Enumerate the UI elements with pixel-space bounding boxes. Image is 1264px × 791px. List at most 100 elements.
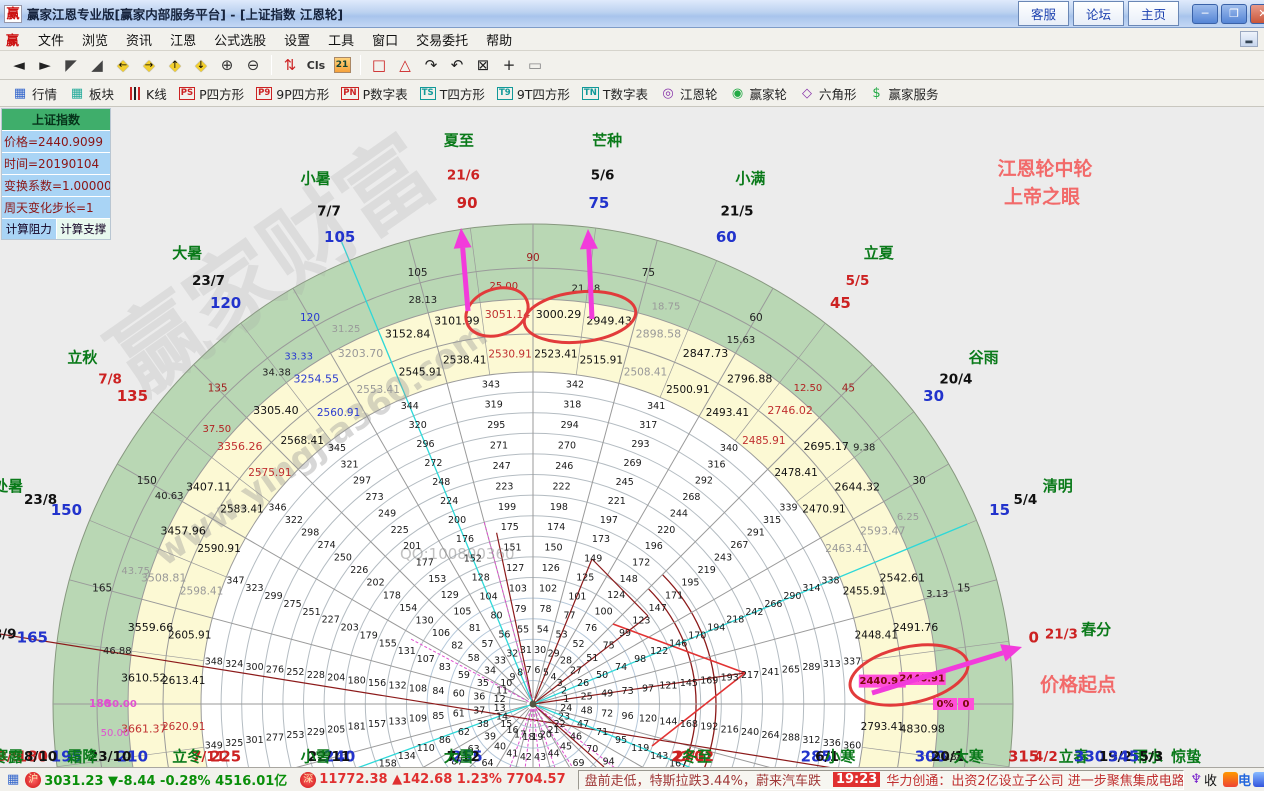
svg-text:44: 44 — [548, 749, 560, 760]
svg-text:立夏: 立夏 — [864, 244, 895, 262]
svg-text:34: 34 — [484, 666, 496, 677]
svg-text:271: 271 — [490, 441, 508, 452]
svg-text:323: 323 — [245, 583, 263, 594]
tool-gann-wheel[interactable]: ◎江恩轮 — [660, 84, 718, 103]
gann-wheel-canvas[interactable]: 赢家财富www.yingjia360.comQQ:100800360123456… — [0, 107, 1264, 767]
menu-文件[interactable]: 文件 — [29, 32, 73, 51]
vertical-scale-icon[interactable]: ⇅ — [278, 54, 302, 76]
svg-text:32: 32 — [506, 648, 518, 659]
svg-text:225: 225 — [391, 525, 409, 536]
tool-winner-wheel[interactable]: ◉赢家轮 — [730, 84, 788, 103]
draw-square-icon[interactable]: □ — [367, 54, 391, 76]
title-bar: 赢 赢家江恩专业版[赢家内部服务平台] - [上证指数 江恩轮] 客服论坛主页 … — [0, 0, 1264, 28]
zoom-in-icon[interactable]: ⊕ — [215, 54, 239, 76]
svg-text:108: 108 — [409, 683, 427, 694]
svg-text:大雪: 大雪 — [444, 748, 474, 766]
maximize-button[interactable]: ❐ — [1221, 4, 1247, 24]
svg-text:60: 60 — [749, 312, 762, 324]
svg-text:205: 205 — [327, 724, 345, 735]
svg-text:12.50: 12.50 — [794, 383, 823, 394]
svg-text:81: 81 — [469, 623, 481, 634]
svg-text:2538.41: 2538.41 — [443, 355, 486, 367]
rotate-cw-icon[interactable]: ↷ — [419, 54, 443, 76]
svg-text:7/8: 7/8 — [98, 372, 122, 388]
svg-text:38: 38 — [477, 719, 489, 730]
quote-grid-icon[interactable]: ▦ — [7, 772, 19, 787]
svg-text:273: 273 — [366, 492, 384, 503]
menu-窗口[interactable]: 窗口 — [363, 32, 407, 51]
forward-arrow-icon[interactable]: ► — [33, 54, 57, 76]
svg-text:82: 82 — [451, 640, 463, 651]
tool-blocks[interactable]: ▦板块 — [69, 84, 114, 103]
svg-text:小暑: 小暑 — [301, 170, 331, 188]
menu-设置[interactable]: 设置 — [275, 32, 319, 51]
svg-text:106: 106 — [432, 628, 450, 639]
center-target-icon[interactable]: + — [497, 54, 521, 76]
menu-资讯[interactable]: 资讯 — [117, 32, 161, 51]
svg-text:151: 151 — [503, 543, 521, 554]
diamond-right-icon[interactable]: ◆→ — [137, 54, 161, 76]
shanghai-index-quote[interactable]: 3031.23 ▼-8.44 -0.28% 4516.01亿 — [44, 770, 287, 789]
box-x-icon[interactable]: ⊠ — [471, 54, 495, 76]
svg-text:227: 227 — [322, 615, 340, 626]
diamond-left-icon[interactable]: ◆← — [111, 54, 135, 76]
svg-text:199: 199 — [498, 502, 516, 513]
tool-grid[interactable]: ▦行情 — [12, 84, 57, 103]
svg-text:297: 297 — [353, 476, 371, 487]
svg-text:3559.66: 3559.66 — [128, 621, 174, 634]
tool-p9-badge[interactable]: P99P四方形 — [256, 84, 329, 103]
titlebar-button-客服[interactable]: 客服 — [1018, 1, 1069, 26]
tool-hexagon[interactable]: ◇六角形 — [799, 84, 857, 103]
svg-text:158: 158 — [379, 759, 397, 767]
back-arrow-icon[interactable]: ◄ — [7, 54, 31, 76]
tool-tn-badge[interactable]: TNT数字表 — [582, 84, 648, 103]
tool-ps-badge[interactable]: PSP四方形 — [179, 84, 244, 103]
zoom-out-icon[interactable]: ⊖ — [241, 54, 265, 76]
popup-app-icon[interactable] — [1223, 772, 1238, 787]
shenzhen-index-quote[interactable]: 11772.38 ▲142.68 1.23% 7704.57 — [319, 772, 565, 787]
menu-交易委托[interactable]: 交易委托 — [407, 32, 477, 51]
draw-triangle-icon[interactable]: △ — [393, 54, 417, 76]
svg-text:2605.91: 2605.91 — [168, 630, 211, 642]
flag-up-icon[interactable]: ◤ — [59, 54, 83, 76]
svg-text:37.50: 37.50 — [202, 424, 231, 435]
panel-button-计算支撑[interactable]: 计算支撑 — [57, 219, 111, 239]
menu-帮助[interactable]: 帮助 — [477, 32, 521, 51]
close-button[interactable]: ✕ — [1250, 4, 1264, 24]
menu-浏览[interactable]: 浏览 — [73, 32, 117, 51]
menu-江恩[interactable]: 江恩 — [161, 32, 205, 51]
svg-text:40: 40 — [494, 742, 506, 753]
news-item-1: 盘前走低，特斯拉跌3.44%，蔚来汽车跌 — [585, 770, 821, 789]
svg-text:6: 6 — [534, 665, 540, 676]
svg-text:288: 288 — [782, 733, 800, 744]
svg-text:316: 316 — [707, 459, 725, 470]
svg-text:30: 30 — [923, 387, 944, 405]
child-window-controls[interactable]: ▂ — [1240, 31, 1258, 47]
svg-text:267: 267 — [730, 540, 748, 551]
menu-工具[interactable]: 工具 — [319, 32, 363, 51]
svg-text:47: 47 — [577, 719, 589, 730]
panel-button-计算阻力[interactable]: 计算阻力 — [2, 219, 57, 239]
application-window: 赢 赢家江恩专业版[赢家内部服务平台] - [上证指数 江恩轮] 客服论坛主页 … — [0, 0, 1264, 791]
board-icon[interactable]: ▭ — [523, 54, 547, 76]
svg-text:264: 264 — [762, 730, 780, 741]
tool-ts-badge[interactable]: TST四方形 — [420, 84, 485, 103]
cls-button-icon[interactable]: Cls — [304, 54, 328, 76]
diamond-down-icon[interactable]: ◆↓ — [189, 54, 213, 76]
diamond-up-icon[interactable]: ◆↑ — [163, 54, 187, 76]
tool-pn-badge[interactable]: PNP数字表 — [341, 84, 407, 103]
svg-text:90: 90 — [526, 252, 539, 264]
calendar-21-icon[interactable]: 21 — [330, 54, 354, 76]
rotate-ccw-icon[interactable]: ↶ — [445, 54, 469, 76]
tool-t9-badge[interactable]: T99T四方形 — [497, 84, 570, 103]
menu-公式选股[interactable]: 公式选股 — [205, 32, 275, 51]
svg-text:寒露: 寒露 — [0, 748, 24, 766]
tool-dollar[interactable]: $赢家服务 — [869, 84, 939, 103]
titlebar-button-主页[interactable]: 主页 — [1128, 1, 1179, 26]
news-ticker[interactable]: 盘前走低，特斯拉跌3.44%，蔚来汽车跌 19:23 华力创通：出资2亿设立子公… — [578, 770, 1185, 790]
minimize-button[interactable]: ─ — [1192, 4, 1218, 24]
titlebar-button-论坛[interactable]: 论坛 — [1073, 1, 1124, 26]
svg-text:130: 130 — [416, 615, 434, 626]
tool-kline[interactable]: K线 — [126, 84, 167, 103]
flag-down-icon[interactable]: ◢ — [85, 54, 109, 76]
